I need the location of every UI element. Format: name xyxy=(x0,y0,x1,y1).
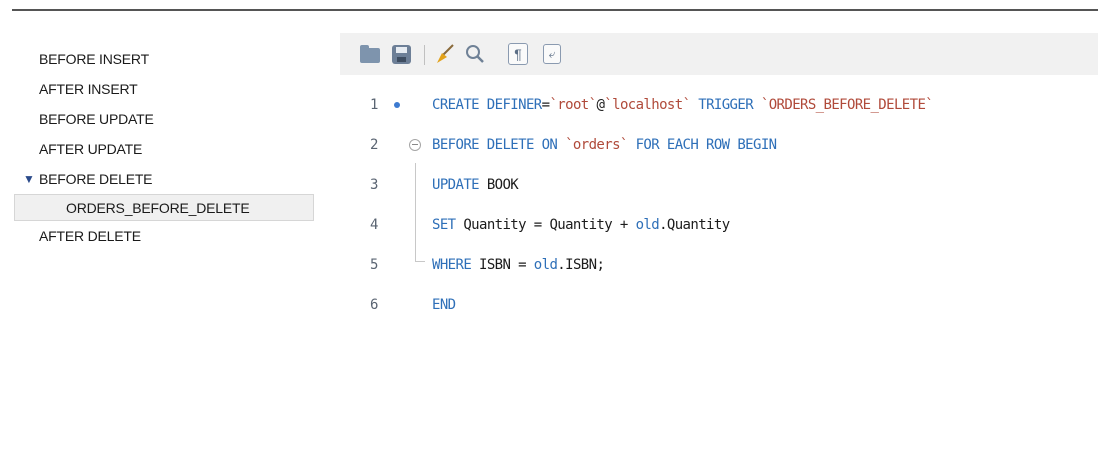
keyword: CREATE DEFINER xyxy=(432,97,542,113)
code-line-4: 4 SET Quantity = Quantity + old.Quantity xyxy=(340,210,1098,240)
expand-arrow-icon[interactable]: ▼ xyxy=(23,164,35,194)
line-number: 2 xyxy=(370,137,379,153)
code-text[interactable]: SET Quantity = Quantity + old.Quantity xyxy=(432,210,730,240)
code-text[interactable]: CREATE DEFINER=`root`@`localhost` TRIGGE… xyxy=(432,90,934,120)
top-divider xyxy=(12,9,1098,11)
pilcrow-icon[interactable]: ¶ xyxy=(508,43,528,65)
line-number: 6 xyxy=(370,297,379,313)
trigger-item-before-insert[interactable]: BEFORE INSERT xyxy=(16,44,326,74)
keyword: BEFORE DELETE ON xyxy=(432,137,566,153)
trigger-item-after-delete[interactable]: AFTER DELETE xyxy=(16,221,326,251)
word-wrap-icon[interactable]: ⤶ xyxy=(543,44,561,64)
folder-open-icon[interactable] xyxy=(360,43,382,65)
editor-toolbar: ¶ ⤶ xyxy=(340,33,1098,75)
code-text[interactable]: UPDATE BOOK xyxy=(432,170,519,200)
code-line-5: 5 WHERE ISBN = old.ISBN; xyxy=(340,250,1098,280)
magnifier-icon[interactable] xyxy=(464,43,486,65)
keyword: old xyxy=(533,257,558,273)
statement-marker-icon[interactable] xyxy=(394,102,400,108)
expression: ISBN = xyxy=(471,257,534,273)
identifier: `root` xyxy=(549,97,597,113)
save-icon[interactable] xyxy=(392,45,411,64)
keyword: FOR EACH ROW BEGIN xyxy=(627,137,778,153)
line-number: 1 xyxy=(370,97,379,113)
identifier: `localhost` xyxy=(604,97,691,113)
keyword: END xyxy=(432,297,456,313)
expression: Quantity = Quantity + xyxy=(455,217,636,233)
trigger-list: BEFORE INSERT AFTER INSERT BEFORE UPDATE… xyxy=(14,44,326,251)
identifier: `ORDERS_BEFORE_DELETE` xyxy=(760,97,934,113)
identifier: .Quantity xyxy=(659,217,730,233)
code-line-6: 6 END xyxy=(340,290,1098,320)
trigger-group-before-delete[interactable]: ▼ BEFORE DELETE xyxy=(16,164,326,194)
code-text[interactable]: BEFORE DELETE ON `orders` FOR EACH ROW B… xyxy=(432,130,778,160)
identifier: BOOK xyxy=(478,177,519,193)
trigger-item-orders-before-delete[interactable]: ORDERS_BEFORE_DELETE xyxy=(14,194,314,221)
trigger-item-after-update[interactable]: AFTER UPDATE xyxy=(16,134,326,164)
line-number: 5 xyxy=(370,257,379,273)
code-text[interactable]: WHERE ISBN = old.ISBN; xyxy=(432,250,605,280)
keyword: TRIGGER xyxy=(690,97,761,113)
identifier: .ISBN; xyxy=(557,257,605,273)
line-number: 3 xyxy=(370,177,379,193)
trigger-item-before-update[interactable]: BEFORE UPDATE xyxy=(16,104,326,134)
fold-toggle-icon[interactable] xyxy=(409,139,421,151)
line-number: 4 xyxy=(370,217,379,233)
keyword: old xyxy=(635,217,660,233)
toolbar-separator xyxy=(424,45,425,65)
identifier: `orders` xyxy=(565,137,628,153)
sql-editor[interactable]: 1 CREATE DEFINER=`root`@`localhost` TRIG… xyxy=(340,85,1098,325)
code-line-3: 3 UPDATE BOOK xyxy=(340,170,1098,200)
broom-icon[interactable] xyxy=(434,43,456,65)
code-line-2: 2 BEFORE DELETE ON `orders` FOR EACH ROW… xyxy=(340,130,1098,160)
keyword: SET xyxy=(432,217,456,233)
code-text[interactable]: END xyxy=(432,290,456,320)
trigger-item-after-insert[interactable]: AFTER INSERT xyxy=(16,74,326,104)
trigger-group-label: BEFORE DELETE xyxy=(39,171,153,187)
keyword: UPDATE xyxy=(432,177,480,193)
code-line-1: 1 CREATE DEFINER=`root`@`localhost` TRIG… xyxy=(340,90,1098,120)
keyword: WHERE xyxy=(432,257,472,273)
